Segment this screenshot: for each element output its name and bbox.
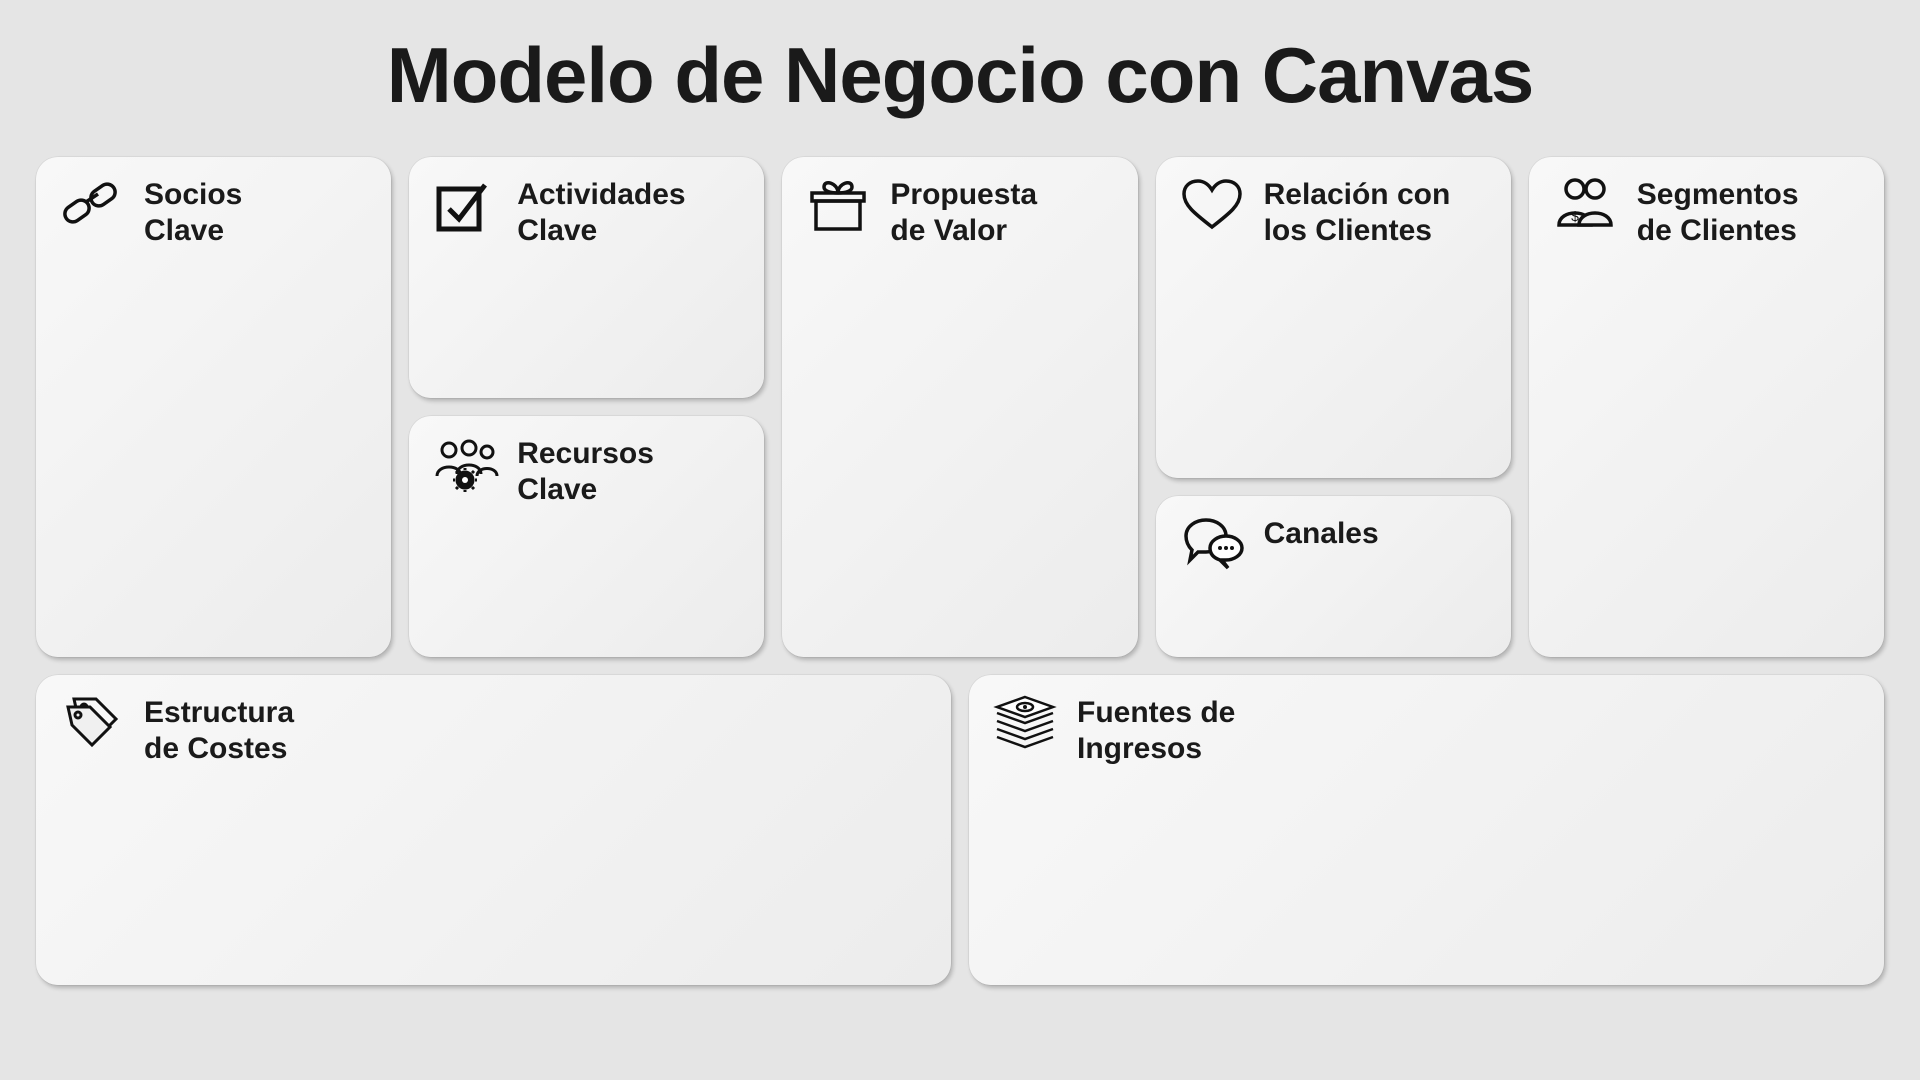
money-stack-icon [989, 693, 1061, 753]
canvas-top-row: Socios Clave Actividades Clav [36, 157, 1884, 657]
block-value-proposition: Propuesta de Valor [782, 157, 1137, 657]
people-gear-icon [429, 434, 501, 494]
heart-icon [1176, 175, 1248, 235]
block-channels: Canales [1156, 496, 1511, 657]
block-label: Recursos Clave [517, 434, 654, 508]
block-label: Segmentos de Clientes [1637, 175, 1799, 249]
block-label: Socios Clave [144, 175, 242, 249]
link-chain-icon [56, 175, 128, 235]
gift-icon [802, 175, 874, 235]
page-title: Modelo de Negocio con Canvas [36, 30, 1884, 121]
block-customer-relationships: Relación con los Clientes [1156, 157, 1511, 478]
block-label: Actividades Clave [517, 175, 685, 249]
block-key-resources: Recursos Clave [409, 416, 764, 657]
block-customer-segments: $ Segmentos de Clientes [1529, 157, 1884, 657]
svg-text:$: $ [1571, 208, 1579, 224]
canvas-bottom-row: Estructura de Costes [36, 675, 1884, 985]
block-label: Estructura de Costes [144, 693, 294, 767]
canvas-container: Modelo de Negocio con Canvas Socios Clav… [0, 0, 1920, 1080]
block-label: Relación con los Clientes [1264, 175, 1451, 249]
block-revenue-streams: Fuentes de Ingresos [969, 675, 1884, 985]
block-label: Canales [1264, 514, 1379, 552]
price-tags-icon [56, 693, 128, 753]
checkbox-icon [429, 175, 501, 235]
block-cost-structure: Estructura de Costes [36, 675, 951, 985]
block-label: Propuesta de Valor [890, 175, 1037, 249]
block-key-activities: Actividades Clave [409, 157, 764, 398]
block-key-partners: Socios Clave [36, 157, 391, 657]
chat-bubbles-icon [1176, 514, 1248, 574]
people-money-icon: $ [1549, 175, 1621, 235]
block-label: Fuentes de Ingresos [1077, 693, 1235, 767]
